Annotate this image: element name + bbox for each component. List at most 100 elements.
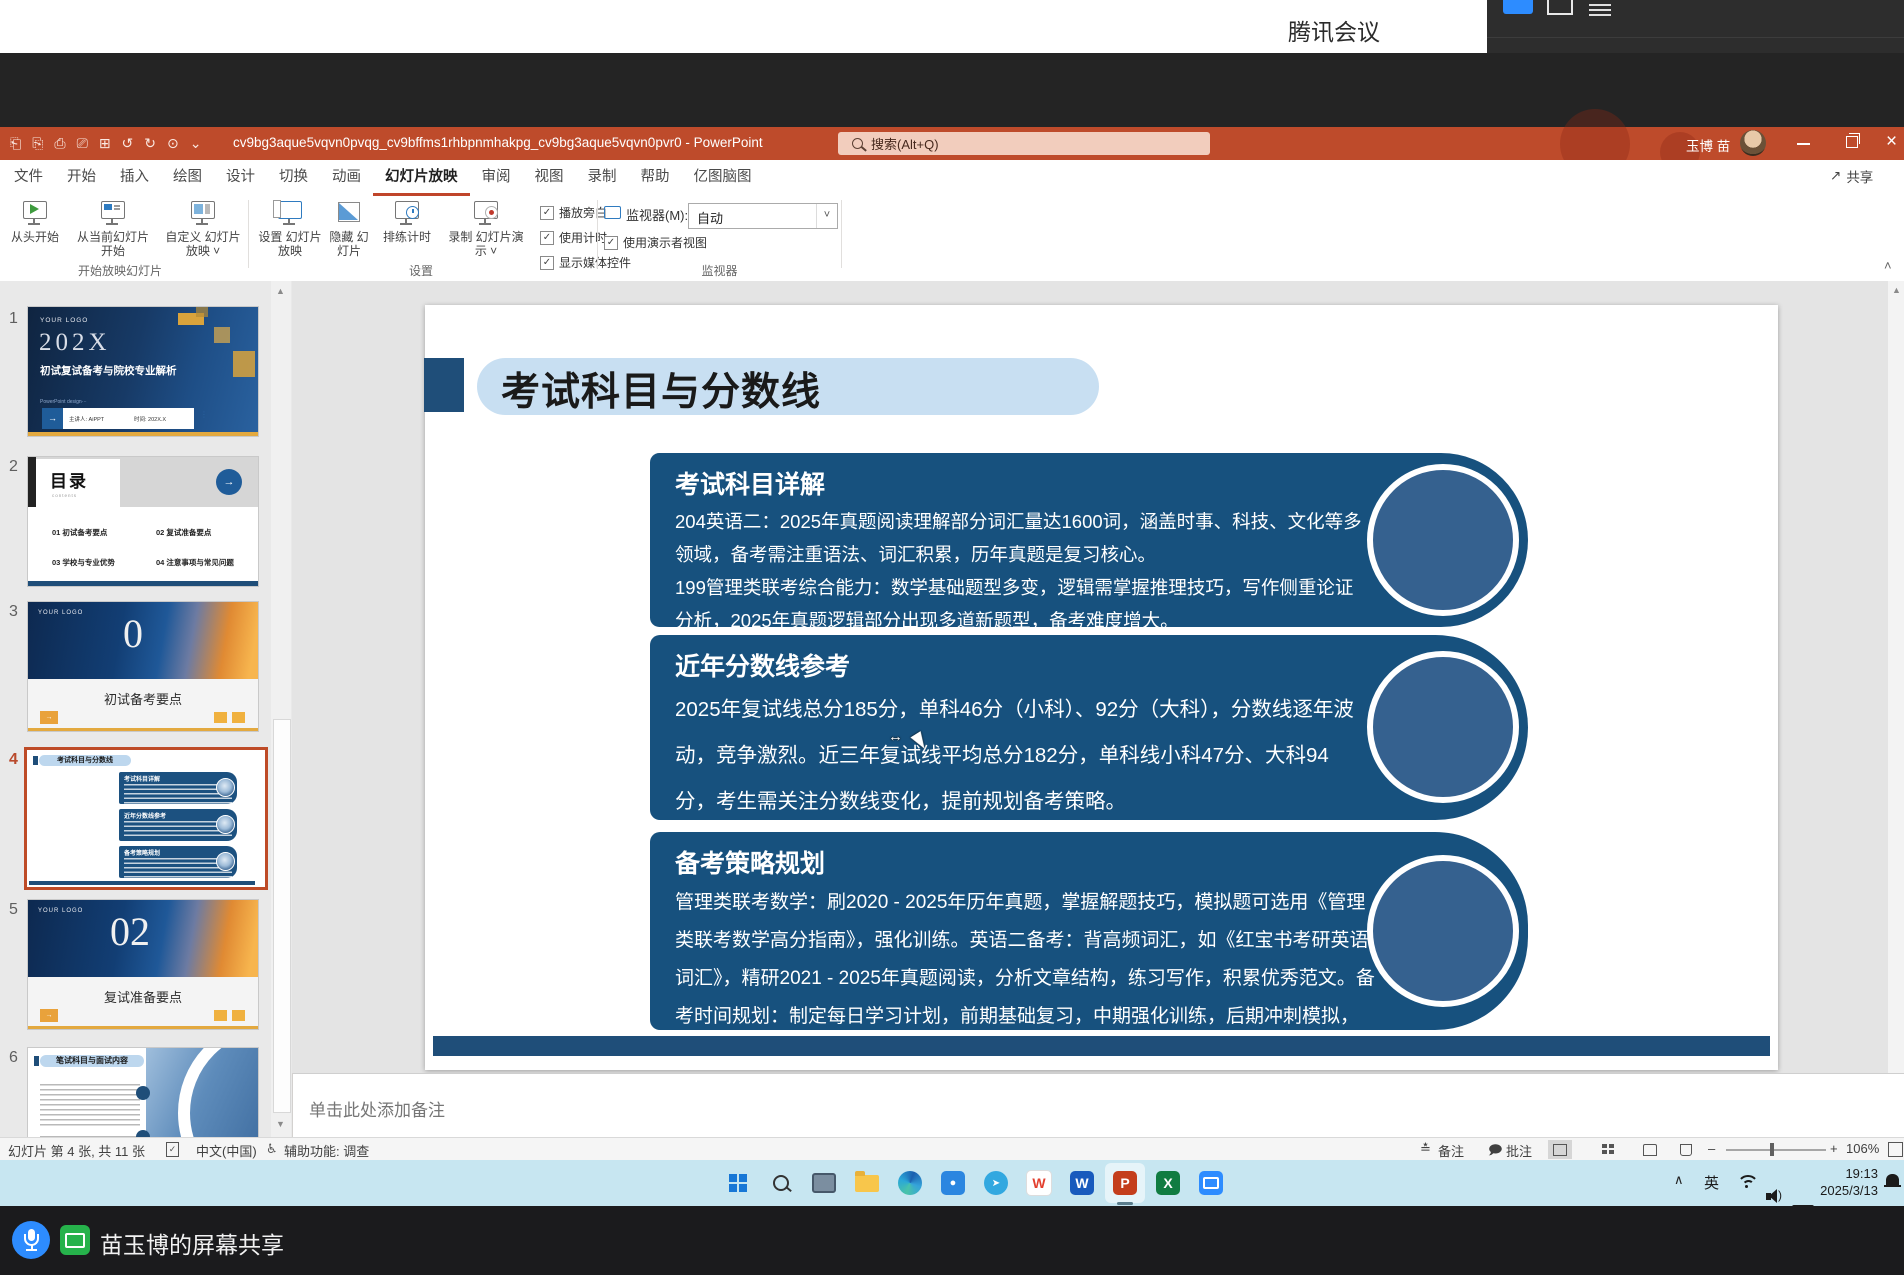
share-label: 共享	[1846, 166, 1873, 186]
setup-slideshow-button[interactable]: 设置 幻灯片放映	[256, 200, 324, 258]
dropdown-caret-icon[interactable]: ˅	[816, 204, 837, 228]
powerpoint-icon[interactable]: P	[1109, 1167, 1141, 1199]
wifi-icon[interactable]	[1737, 1175, 1755, 1189]
layout-icon[interactable]	[1503, 0, 1533, 14]
thumbnail-slide-2[interactable]: 目录 contents → 01 初试备考要点 02 复试准备要点 03 学校与…	[28, 457, 258, 586]
scroll-up-icon[interactable]: ▲	[276, 286, 285, 296]
tab-file[interactable]: 文件	[2, 160, 55, 196]
proofing-icon[interactable]: ✓	[166, 1142, 179, 1157]
checkbox-presenter-view[interactable]: ✓ 使用演示者视图	[604, 234, 707, 251]
touch-mode-icon[interactable]: ⊙	[167, 135, 179, 152]
messenger-app-icon[interactable]: ➤	[980, 1167, 1012, 1199]
window-icon[interactable]	[1547, 0, 1573, 15]
excel-icon[interactable]: X	[1152, 1167, 1184, 1199]
statusbar: 幻灯片 第 4 张, 共 11 张 ✓ 中文(中国) ♿ 辅助功能: 调查 ≛ …	[0, 1137, 1904, 1161]
thumbnail-slide-1[interactable]: YOUR LOGO 202X 初试复试备考与院校专业解析 PowerPoint …	[28, 307, 258, 436]
canvas-scrollbar[interactable]: ▲	[1888, 281, 1904, 1073]
checkbox-icon: ✓	[604, 236, 618, 250]
tab-review[interactable]: 审阅	[470, 160, 523, 196]
edge-browser-icon[interactable]	[894, 1167, 926, 1199]
from-beginning-button[interactable]: 从头开始	[6, 200, 64, 244]
screen-share-icon[interactable]	[60, 1225, 90, 1255]
tab-edraw[interactable]: 亿图脑图	[682, 160, 764, 196]
new-file-icon[interactable]: ⎘	[32, 135, 43, 152]
tab-help[interactable]: 帮助	[629, 160, 682, 196]
accessibility-status[interactable]: 辅助功能: 调查	[284, 1141, 369, 1160]
print-icon[interactable]: ⎚	[77, 135, 88, 152]
restore-icon[interactable]	[1846, 136, 1858, 148]
zoom-out-button[interactable]: –	[1708, 1141, 1715, 1156]
tab-slideshow[interactable]: 幻灯片放映	[373, 160, 470, 196]
account-name[interactable]: 玉博 苗	[1686, 135, 1730, 155]
tab-animations[interactable]: 动画	[320, 160, 373, 196]
slide[interactable]: 考试科目与分数线 考试科目详解 204英语二：2025年真题阅读理解部分词汇量达…	[425, 305, 1778, 1070]
minimize-icon[interactable]	[1797, 143, 1810, 145]
language-status[interactable]: 中文(中国)	[196, 1141, 257, 1160]
tab-view[interactable]: 视图	[523, 160, 576, 196]
word-icon[interactable]: W	[1066, 1167, 1098, 1199]
redo-icon[interactable]: ↻	[144, 135, 156, 152]
zoom-level[interactable]: 106%	[1846, 1141, 1879, 1156]
rehearse-timings-button[interactable]: 排练计时	[376, 200, 438, 244]
thumbnail-slide-6[interactable]: 笔试科目与面试内容	[28, 1048, 258, 1137]
slide-number: 3	[9, 603, 18, 621]
tab-home[interactable]: 开始	[55, 160, 108, 196]
tray-clock[interactable]: 19:13 2025/3/13	[1808, 1165, 1878, 1199]
thumbnail-slide-4-selected[interactable]: 考试科目与分数线 考试科目详解 近年分数线参考 备考策略规划	[24, 747, 268, 890]
zoom-slider[interactable]	[1726, 1149, 1826, 1151]
view-reading-button[interactable]	[1638, 1140, 1662, 1159]
menu-icon[interactable]	[1589, 1, 1611, 13]
notes-toggle[interactable]: 备注	[1438, 1141, 1464, 1160]
collapse-ribbon-icon[interactable]: ˄	[1884, 258, 1892, 273]
zoom-slider-thumb[interactable]	[1770, 1143, 1774, 1156]
tab-record[interactable]: 录制	[576, 160, 629, 196]
ime-indicator[interactable]: 英	[1704, 1172, 1719, 1193]
qat-more-icon[interactable]: ⌄	[190, 135, 202, 152]
cover-title: 初试复试备考与院校专业解析	[40, 363, 205, 380]
speaker-icon[interactable]: )	[1766, 1189, 1784, 1203]
view-normal-button[interactable]	[1548, 1140, 1572, 1159]
scrollbar-thumb[interactable]	[273, 719, 291, 1113]
meeting-app-icon[interactable]	[1195, 1167, 1227, 1199]
search-input[interactable]: 搜索(Alt+Q)	[838, 132, 1210, 155]
from-current-slide-button[interactable]: 从当前幻灯片 开始	[68, 200, 158, 258]
monitor-dropdown[interactable]: 自动 ˅	[688, 203, 838, 229]
blue-app-icon[interactable]: ●	[937, 1167, 969, 1199]
scroll-up-icon[interactable]: ▲	[1892, 285, 1901, 295]
record-slideshow-button[interactable]: 录制 幻灯片演示 ˅	[440, 200, 532, 258]
slideshow-icon[interactable]: ⊞	[99, 135, 111, 152]
taskbar-search-icon[interactable]	[765, 1167, 797, 1199]
search-icon	[852, 138, 863, 149]
fit-slide-button[interactable]	[1888, 1142, 1903, 1157]
task-view-icon[interactable]	[808, 1167, 840, 1199]
cover-logo: YOUR LOGO	[38, 610, 83, 616]
open-icon[interactable]: ⎗	[10, 135, 21, 152]
scroll-down-icon[interactable]: ▼	[276, 1119, 285, 1129]
notes-toggle-icon[interactable]: ≛	[1420, 1141, 1431, 1157]
share-button[interactable]: ↗ 共享	[1830, 166, 1873, 186]
tray-chevron-icon[interactable]: ∧	[1674, 1172, 1684, 1188]
view-sorter-button[interactable]	[1596, 1140, 1620, 1159]
close-icon[interactable]: ×	[1886, 131, 1897, 153]
file-explorer-icon[interactable]	[851, 1167, 883, 1199]
thumbnail-scrollbar[interactable]: ▲ ▼	[271, 281, 291, 1137]
tab-transitions[interactable]: 切换	[267, 160, 320, 196]
start-button[interactable]	[722, 1167, 754, 1199]
thumbnail-slide-5[interactable]: YOUR LOGO 02 复试准备要点 →	[28, 900, 258, 1029]
save-icon[interactable]: ⎙	[54, 135, 65, 152]
tab-design[interactable]: 设计	[214, 160, 267, 196]
notes-pane[interactable]: 单击此处添加备注	[293, 1073, 1904, 1138]
thumbnail-slide-3[interactable]: YOUR LOGO 0 初试备考要点 →	[28, 602, 258, 731]
avatar[interactable]	[1740, 130, 1766, 156]
tab-draw[interactable]: 绘图	[161, 160, 214, 196]
view-slideshow-button[interactable]	[1674, 1140, 1698, 1159]
hide-slide-button[interactable]: 隐藏 幻灯片	[326, 200, 372, 258]
tab-insert[interactable]: 插入	[108, 160, 161, 196]
overlay-mic-button[interactable]	[12, 1221, 50, 1259]
custom-slideshow-button[interactable]: 自定义 幻灯片放映 ˅	[162, 200, 244, 258]
zoom-in-button[interactable]: +	[1830, 1141, 1838, 1156]
comments-toggle[interactable]: 批注	[1506, 1141, 1532, 1160]
wps-icon[interactable]: W	[1023, 1167, 1055, 1199]
undo-icon[interactable]: ↺	[122, 135, 134, 152]
notification-bell-icon[interactable]	[1886, 1174, 1899, 1185]
